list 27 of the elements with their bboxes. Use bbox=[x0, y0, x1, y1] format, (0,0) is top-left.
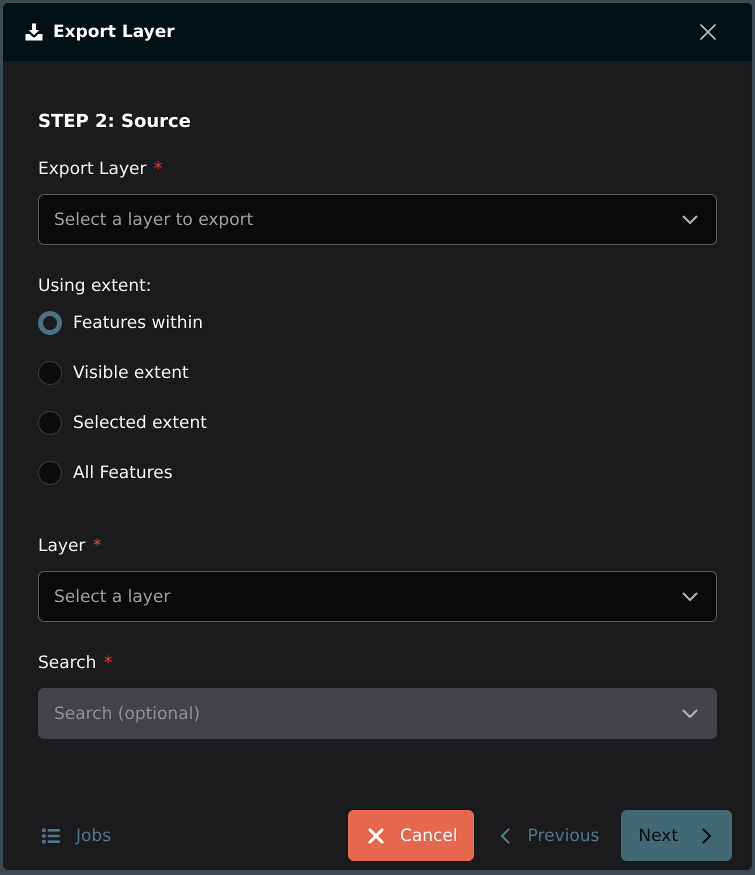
dropdown-field[interactable]: Select a layer to export bbox=[38, 194, 717, 245]
chevron-down-icon bbox=[682, 708, 698, 718]
radio-button[interactable] bbox=[38, 461, 62, 485]
radio-label[interactable]: Features within bbox=[73, 311, 204, 335]
jobs-link[interactable]: Jobs bbox=[23, 810, 130, 861]
field-label: Layer * bbox=[38, 535, 102, 558]
radio-button[interactable] bbox=[38, 361, 62, 385]
radio-label[interactable]: All Features bbox=[73, 461, 173, 485]
step-heading: STEP 2: Source bbox=[38, 110, 191, 134]
close-icon bbox=[368, 828, 384, 844]
radio-label[interactable]: Selected extent bbox=[73, 411, 207, 435]
chevron-right-icon bbox=[702, 828, 712, 844]
radio-label[interactable]: Visible extent bbox=[73, 361, 189, 385]
radio-button[interactable] bbox=[38, 311, 62, 335]
field-label: Search * bbox=[38, 652, 112, 675]
previous-button[interactable]: Previous bbox=[488, 810, 612, 861]
field-label: Using extent: bbox=[38, 275, 152, 298]
dialog-title: Export Layer bbox=[53, 22, 175, 42]
download-icon bbox=[25, 23, 43, 41]
close-icon bbox=[700, 24, 716, 40]
field-label: Export Layer * bbox=[38, 158, 162, 181]
chevron-down-icon bbox=[682, 214, 698, 224]
dropdown-field[interactable]: Select a layer bbox=[38, 571, 717, 622]
chevron-left-icon bbox=[500, 828, 510, 844]
chevron-down-icon bbox=[682, 592, 698, 602]
radio-button[interactable] bbox=[38, 411, 62, 435]
list-icon bbox=[42, 828, 60, 844]
